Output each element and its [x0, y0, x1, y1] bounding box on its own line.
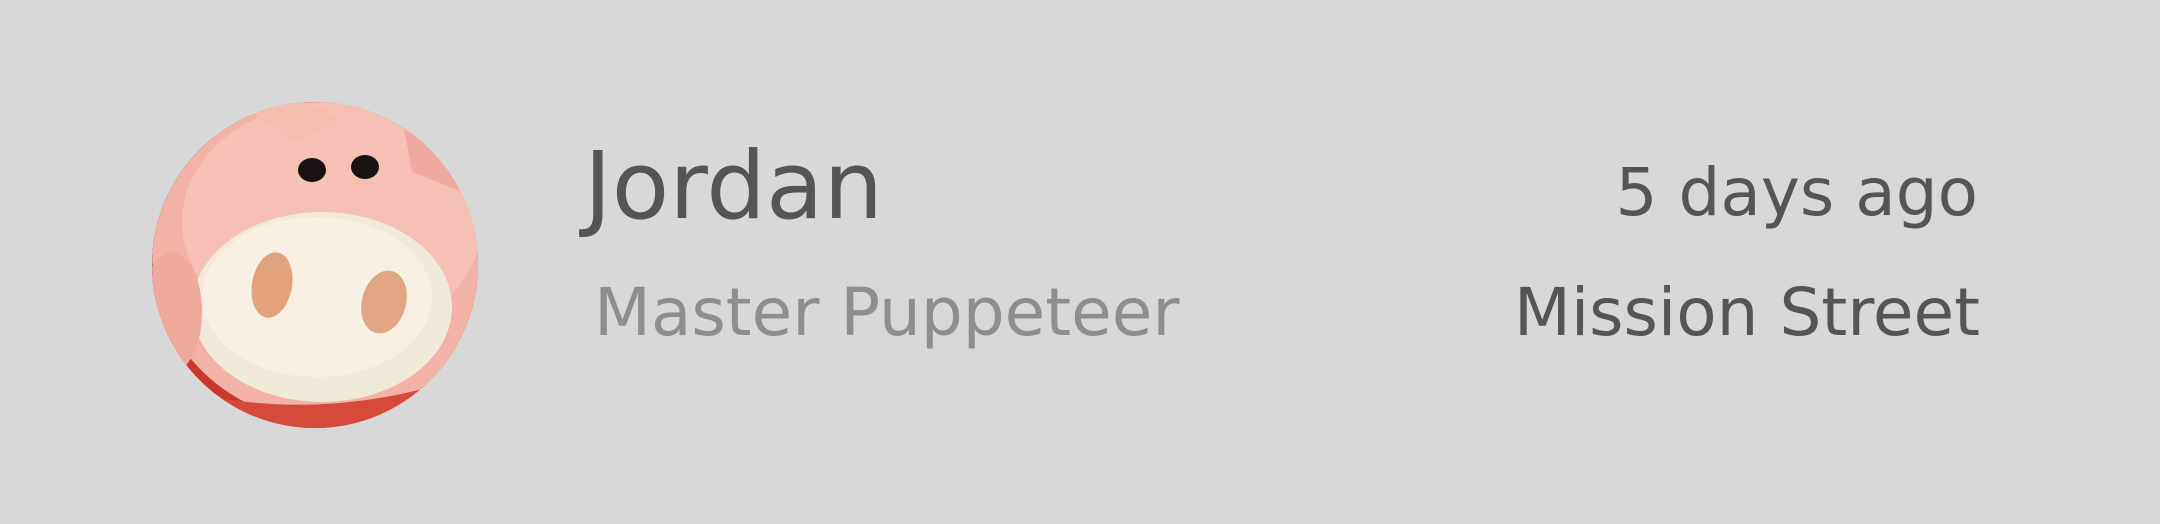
profile-card: Jordan Master Puppeteer 5 days ago Missi… — [0, 0, 2160, 524]
user-title: Master Puppeteer — [594, 274, 1180, 351]
plush-pig-photo-icon — [152, 102, 478, 428]
user-name: Jordan — [584, 132, 884, 241]
avatar[interactable] — [152, 102, 478, 428]
timestamp: 5 days ago — [1615, 154, 1978, 231]
location: Mission Street — [1513, 274, 1980, 351]
